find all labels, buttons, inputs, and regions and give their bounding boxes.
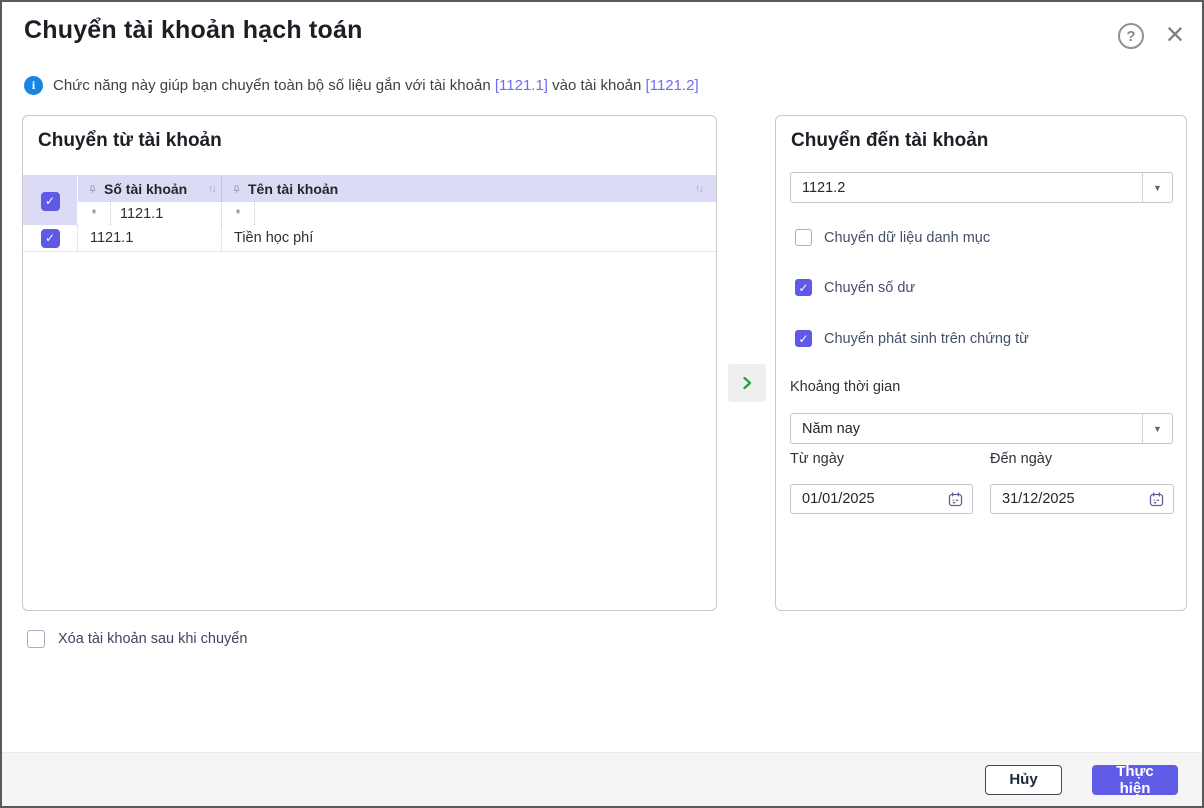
sort-icon[interactable]: ↑↓	[208, 183, 215, 195]
target-account-select[interactable]: 1121.2 ▼	[790, 172, 1173, 203]
info-text: Chức năng này giúp bạn chuyển toàn bộ số…	[53, 77, 699, 94]
transfer-button[interactable]	[728, 364, 766, 402]
option-transfer-transactions[interactable]: ✓ Chuyển phát sinh trên chứng từ	[795, 330, 1029, 347]
info-text-part1: Chức năng này giúp bạn chuyển toàn bộ số…	[53, 77, 495, 94]
submit-button[interactable]: Thực hiện	[1092, 765, 1178, 795]
checkbox[interactable]: ✓	[795, 330, 812, 347]
calendar-icon[interactable]	[947, 491, 964, 508]
target-panel-title: Chuyển đến tài khoản	[791, 130, 988, 152]
column-label: Tên tài khoản	[248, 181, 338, 197]
chevron-right-icon	[739, 375, 755, 391]
select-all-cell: ✓	[23, 176, 78, 226]
row-checkbox-cell: ✓	[23, 225, 78, 251]
chevron-down-icon[interactable]: ▼	[1142, 173, 1172, 202]
period-preset-select[interactable]: Năm nay ▼	[790, 413, 1173, 444]
transfer-account-dialog: Chuyển tài khoản hạch toán ? × i Chức nă…	[0, 0, 1204, 808]
to-date-input[interactable]	[991, 490, 1148, 508]
to-date-field	[990, 484, 1174, 514]
filter-cell-account-number: * 1121.1	[78, 202, 222, 225]
target-account-link[interactable]: [1121.2]	[646, 77, 699, 94]
filter-row: * 1121.1 *	[78, 202, 716, 226]
checkbox[interactable]: ✓	[27, 630, 45, 648]
row-checkbox[interactable]: ✓	[41, 229, 60, 248]
cell-account-number: 1121.1	[78, 225, 222, 251]
table-row[interactable]: ✓ 1121.1 Tiền học phí	[23, 225, 716, 252]
chevron-down-icon[interactable]: ▼	[1142, 414, 1172, 443]
option-label: Chuyển phát sinh trên chứng từ	[824, 331, 1029, 347]
check-icon: ✓	[798, 333, 808, 345]
filter-cell-account-name: *	[222, 202, 716, 225]
period-preset-value: Năm nay	[791, 421, 1142, 437]
select-all-checkbox[interactable]: ✓	[41, 192, 60, 211]
checkbox[interactable]: ✓	[795, 229, 812, 246]
target-account-panel: Chuyển đến tài khoản 1121.2 ▼ ✓ Chuyển d…	[775, 115, 1187, 611]
column-header-account-number[interactable]: Số tài khoản ↑↓	[78, 176, 222, 202]
source-accounts-panel: Chuyển từ tài khoản ✓ Số tài khoản ↑↓ Tê…	[22, 115, 717, 611]
info-text-part2: vào tài khoản	[548, 77, 646, 94]
option-label: Chuyển dữ liệu danh mục	[824, 230, 990, 246]
pin-icon[interactable]	[87, 184, 98, 195]
option-delete-account[interactable]: ✓ Xóa tài khoản sau khi chuyển	[27, 630, 247, 648]
help-icon[interactable]: ?	[1118, 23, 1144, 49]
from-date-label: Từ ngày	[790, 451, 844, 467]
option-label: Chuyển số dư	[824, 280, 915, 296]
column-label: Số tài khoản	[104, 181, 187, 197]
target-account-value: 1121.2	[791, 180, 1142, 196]
option-label: Xóa tài khoản sau khi chuyển	[58, 631, 247, 647]
column-header-account-name[interactable]: Tên tài khoản ↑↓	[222, 176, 716, 202]
calendar-icon[interactable]	[1148, 491, 1165, 508]
cancel-button[interactable]: Hủy	[985, 765, 1062, 795]
checkbox[interactable]: ✓	[795, 279, 812, 296]
filter-input-account-number[interactable]: 1121.1	[111, 206, 221, 222]
pin-icon[interactable]	[231, 184, 242, 195]
header-row: Số tài khoản ↑↓ Tên tài khoản ↑↓	[78, 176, 716, 202]
close-icon[interactable]: ×	[1158, 14, 1192, 54]
from-date-field	[790, 484, 973, 514]
check-icon: ✓	[45, 195, 55, 207]
option-transfer-balance[interactable]: ✓ Chuyển số dư	[795, 279, 915, 296]
page-title: Chuyển tài khoản hạch toán	[24, 16, 363, 45]
table-header: ✓ Số tài khoản ↑↓ Tên tài khoản ↑↓ *	[23, 175, 716, 226]
filter-wildcard[interactable]: *	[78, 202, 111, 225]
info-icon: i	[24, 76, 43, 95]
sort-icon[interactable]: ↑↓	[695, 183, 702, 195]
info-banner: i Chức năng này giúp bạn chuyển toàn bộ …	[24, 76, 699, 95]
cell-account-name: Tiền học phí	[222, 225, 716, 251]
check-icon: ✓	[798, 282, 808, 294]
to-date-label: Đến ngày	[990, 451, 1052, 467]
period-label: Khoảng thời gian	[790, 379, 900, 395]
from-date-input[interactable]	[791, 490, 947, 508]
dialog-footer: Hủy Thực hiện	[2, 752, 1202, 806]
source-account-link[interactable]: [1121.1]	[495, 77, 548, 94]
filter-wildcard[interactable]: *	[222, 202, 255, 225]
check-icon: ✓	[45, 232, 55, 244]
source-panel-title: Chuyển từ tài khoản	[38, 130, 222, 152]
option-transfer-catalog[interactable]: ✓ Chuyển dữ liệu danh mục	[795, 229, 990, 246]
